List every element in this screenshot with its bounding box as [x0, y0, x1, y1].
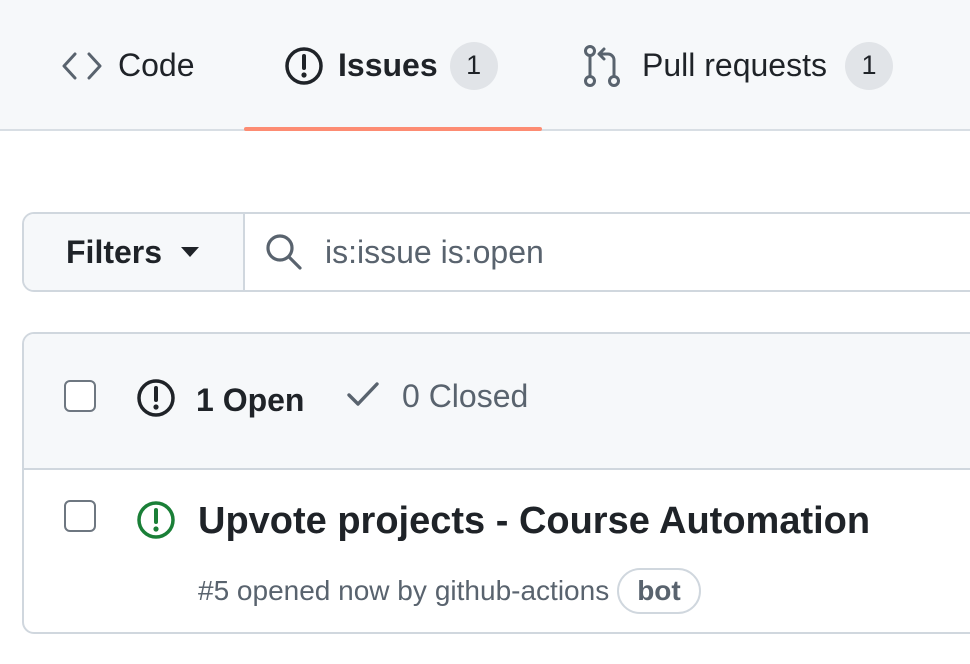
code-icon [62, 50, 102, 82]
list-item: Upvote projects - Course Automation #5 o… [24, 470, 970, 632]
triangle-down-icon [180, 246, 200, 258]
filter-bar: Filters [22, 212, 970, 292]
git-pull-request-icon [582, 44, 622, 88]
closed-issues-toggle[interactable]: 0 Closed [346, 378, 528, 415]
closed-issues-label: 0 Closed [402, 378, 529, 414]
issue-meta-prefix: #5 opened now by [198, 575, 427, 606]
issue-opened-icon [136, 378, 176, 423]
tab-pull-requests-label: Pull requests [642, 47, 827, 83]
tab-issues[interactable]: Issues 1 [244, 0, 542, 131]
pull-requests-counter: 1 [844, 41, 893, 90]
issues-counter: 1 [449, 41, 498, 90]
open-issues-label: 1 Open [196, 382, 305, 418]
check-icon [346, 380, 380, 413]
filters-button[interactable]: Filters [24, 214, 245, 290]
issue-opened-icon [284, 46, 324, 86]
bot-badge: bot [617, 568, 701, 614]
issue-checkbox[interactable] [64, 500, 96, 532]
selected-tab-underline [244, 127, 542, 131]
issues-list-header: 1 Open 0 Closed [24, 334, 970, 470]
tab-pull-requests[interactable]: Pull requests 1 [582, 0, 893, 131]
tab-code-label: Code [118, 47, 195, 83]
select-all-checkbox[interactable] [64, 380, 96, 412]
tab-issues-label: Issues [338, 47, 438, 83]
issue-author-link[interactable]: github-actions [435, 575, 609, 607]
issue-search-input[interactable] [325, 233, 925, 271]
search-icon [265, 233, 305, 271]
tab-code[interactable]: Code [62, 0, 195, 131]
repo-nav: Code Issues 1 Pull requests 1 [0, 0, 970, 131]
open-issues-toggle[interactable]: 1 Open [136, 378, 304, 423]
filters-button-label: Filters [66, 233, 163, 270]
issue-search [245, 214, 970, 290]
issues-list: 1 Open 0 Closed Upvote projects - Course… [22, 332, 970, 634]
issue-meta: #5 opened now by github-actions bot [198, 568, 701, 614]
issue-title-link[interactable]: Upvote projects - Course Automation [198, 500, 870, 543]
issue-opened-icon [136, 500, 176, 545]
